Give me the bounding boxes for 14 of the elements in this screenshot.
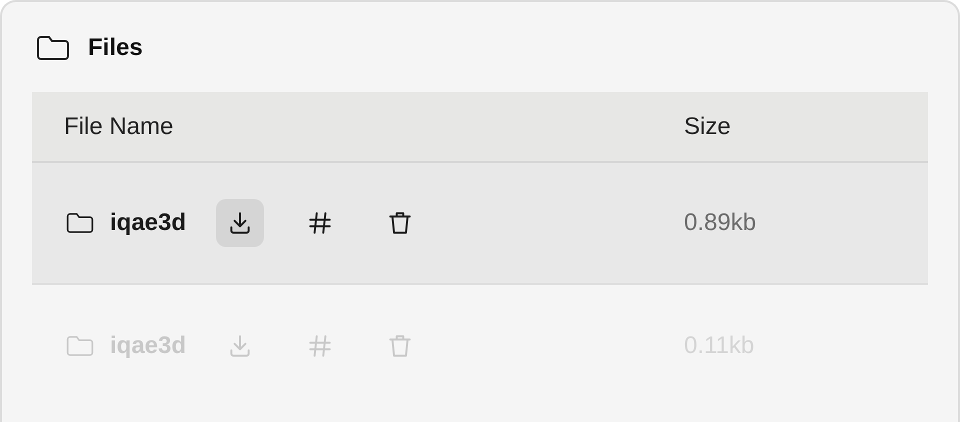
trash-icon [387,333,413,359]
column-header: Size [684,112,731,142]
trash-icon [387,210,413,236]
file-size: 0.89kb [684,208,756,238]
table-row[interactable]: iqae3d 0.89kb [32,163,928,285]
folder-icon [36,35,70,61]
folder-icon [66,211,94,235]
hash-icon [307,333,333,359]
download-button[interactable] [216,199,264,247]
column-header: File Name [64,112,174,142]
file-name: iqae3d [110,208,188,238]
hash-icon [307,210,333,236]
panel-title: Files [88,33,143,63]
folder-icon [66,334,94,358]
